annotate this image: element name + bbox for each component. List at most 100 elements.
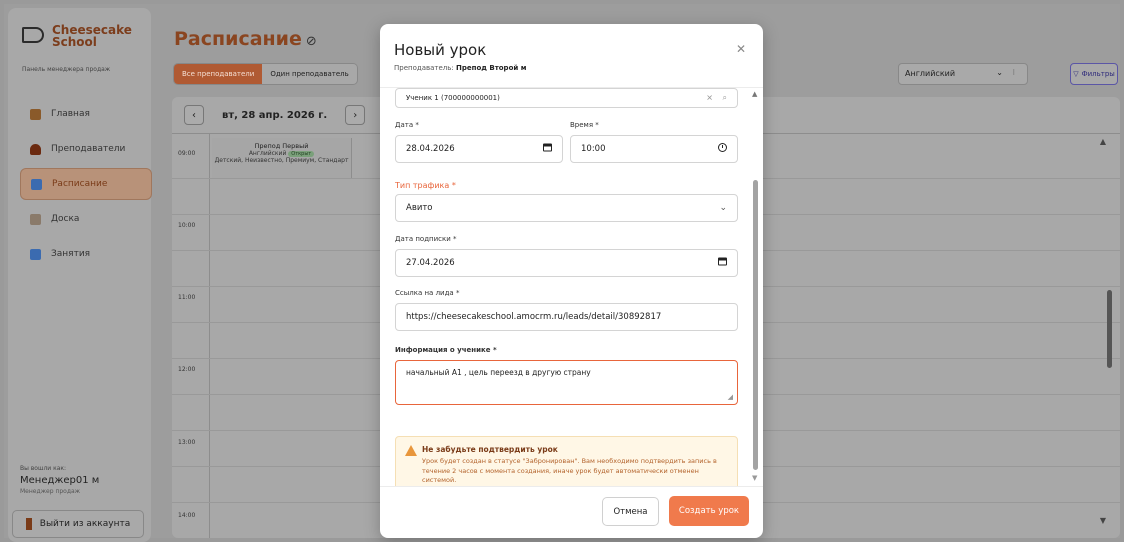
- time-label: 12:00: [178, 366, 196, 373]
- scroll-down-icon[interactable]: ▼: [1100, 516, 1106, 525]
- teacher-name: Препод Второй м: [456, 64, 527, 72]
- sidebar-nav: Главная Преподаватели Расписание Доска З…: [20, 98, 152, 273]
- sidebar-subtitle: Панель менеджера продаж: [22, 66, 111, 73]
- lead-link-input[interactable]: https://cheesecakeschool.amocrm.ru/leads…: [395, 303, 738, 331]
- user-info: Вы вошли как: Менеджер01 м Менеджер прод…: [20, 465, 99, 495]
- cheesecake-logo-icon: [22, 27, 44, 43]
- date-navigation: ‹ вт, 28 апр. 2026 г. ›: [184, 105, 366, 125]
- resize-handle-icon[interactable]: ◢: [728, 393, 733, 401]
- warning-text: Урок будет создан в статусе "Забронирова…: [422, 457, 717, 484]
- close-icon[interactable]: ✕: [736, 42, 746, 56]
- calendar-icon: [31, 178, 42, 190]
- language-select[interactable]: Английский ⌄ ⁝: [898, 63, 1028, 85]
- page-scrollbar[interactable]: [1107, 290, 1112, 368]
- books-icon: [30, 248, 41, 260]
- teacher-name: Препод Первый: [254, 142, 309, 150]
- sidebar-item-lessons[interactable]: Занятия: [20, 238, 152, 270]
- lead-link-value: https://cheesecakeschool.amocrm.ru/leads…: [406, 312, 662, 322]
- chevron-down-icon: ⌄: [996, 68, 1003, 77]
- warning-title: Не забудьте подтвердить урок: [422, 445, 558, 454]
- subscription-date-input[interactable]: 27.04.2026: [395, 249, 738, 277]
- teacher-column-header[interactable]: Препод Первый Английский Открыт Детский,…: [212, 138, 352, 178]
- home-icon: [30, 108, 41, 120]
- chevron-down-icon: ⌄: [719, 203, 727, 213]
- sidebar-item-label: Занятия: [51, 249, 91, 259]
- language-value: Английский: [905, 69, 956, 78]
- door-icon: [25, 518, 32, 530]
- calendar-icon[interactable]: [718, 257, 727, 266]
- sidebar-item-schedule[interactable]: Расписание: [20, 168, 152, 200]
- time-label: 14:00: [178, 512, 196, 519]
- tab-all-teachers[interactable]: Все преподаватели: [174, 64, 263, 84]
- dialog-header: Новый урок Преподаватель: Препод Второй …: [380, 24, 763, 88]
- clear-icon[interactable]: ✕: [706, 94, 713, 103]
- chevron-right-icon: ›: [353, 109, 358, 121]
- dialog-subtitle: Преподаватель: Препод Второй м: [394, 64, 527, 72]
- logged-in-label: Вы вошли как:: [20, 465, 67, 472]
- cancel-button[interactable]: Отмена: [602, 497, 659, 526]
- time-column: 09:00 10:00 11:00 12:00 13:00 14:00: [172, 134, 210, 538]
- time-label: Время *: [570, 121, 599, 129]
- subscription-date-value: 27.04.2026: [406, 258, 455, 268]
- logout-button[interactable]: Выйти из аккаунта: [12, 510, 144, 538]
- date-label: Дата *: [395, 121, 419, 129]
- scroll-down-icon[interactable]: ▼: [752, 474, 757, 482]
- search-icon[interactable]: ⌕: [723, 93, 727, 103]
- sidebar-item-label: Главная: [51, 109, 90, 119]
- scroll-up-icon[interactable]: ▲: [752, 90, 757, 98]
- logo: Cheesecake School: [22, 24, 132, 48]
- chevron-left-icon: ‹: [192, 109, 196, 121]
- sidebar-item-label: Расписание: [52, 179, 108, 189]
- dialog-title: Новый урок: [394, 41, 487, 59]
- date-value: 28.04.2026: [406, 144, 455, 154]
- board-icon: [30, 213, 41, 225]
- date-input[interactable]: 28.04.2026: [395, 135, 563, 163]
- traffic-type-select[interactable]: Авито ⌄: [395, 194, 738, 222]
- sidebar-item-teachers[interactable]: Преподаватели: [20, 133, 152, 165]
- prev-day-button[interactable]: ‹: [184, 105, 204, 125]
- calendar-icon[interactable]: [543, 143, 552, 152]
- tab-one-teacher[interactable]: Один преподаватель: [262, 64, 357, 84]
- student-value: Ученик 1 (700000000001): [406, 94, 500, 102]
- student-info-value: начальный А1 , цель переезд в другую стр…: [406, 368, 591, 377]
- time-label: 09:00: [178, 150, 196, 157]
- time-label: 13:00: [178, 439, 196, 446]
- teacher-language: Английский: [248, 150, 287, 157]
- current-date: вт, 28 апр. 2026 г.: [222, 109, 328, 121]
- scroll-up-icon[interactable]: ▲: [1100, 137, 1106, 146]
- create-lesson-button[interactable]: Создать урок: [669, 496, 749, 526]
- dialog-scrollbar[interactable]: ▲ ▼: [751, 88, 761, 486]
- time-label: 11:00: [178, 294, 196, 301]
- sidebar-item-board[interactable]: Доска: [20, 203, 152, 235]
- teacher-view-tabs: Все преподаватели Один преподаватель: [173, 63, 358, 85]
- help-icon[interactable]: ⊘: [306, 34, 317, 49]
- sliders-icon: ⁝: [1012, 68, 1015, 77]
- time-value: 10:00: [581, 144, 606, 154]
- confirm-warning: Не забудьте подтвердить урок Урок будет …: [395, 436, 738, 486]
- sidebar-item-home[interactable]: Главная: [20, 98, 152, 130]
- logo-line2: School: [52, 35, 97, 49]
- sidebar: Cheesecake School Панель менеджера прода…: [8, 8, 152, 542]
- time-input[interactable]: 10:00: [570, 135, 738, 163]
- filters-button[interactable]: ▽ Фильтры: [1070, 63, 1118, 85]
- warning-icon: [405, 445, 417, 456]
- traffic-type-value: Авито: [406, 203, 433, 213]
- user-role: Менеджер продаж: [20, 488, 81, 495]
- time-label: 10:00: [178, 222, 196, 229]
- person-icon: [30, 143, 41, 155]
- filter-icon: ▽: [1073, 70, 1079, 78]
- logout-label: Выйти из аккаунта: [39, 519, 131, 529]
- subscription-date-label: Дата подписки *: [395, 235, 457, 243]
- teacher-tags: Детский, Неизвестно, Премиум, Стандарт: [214, 157, 349, 164]
- scrollbar-thumb[interactable]: [753, 180, 758, 470]
- next-day-button[interactable]: ›: [345, 105, 366, 125]
- lead-link-label: Ссылка на лида *: [395, 289, 460, 297]
- student-info-label: Информация о ученике *: [395, 346, 497, 354]
- traffic-type-label: Тип трафика *: [395, 181, 456, 190]
- user-name: Менеджер01 м: [20, 475, 100, 486]
- student-select[interactable]: Ученик 1 (700000000001) ✕ ⌕: [395, 88, 738, 108]
- filters-label: Фильтры: [1081, 70, 1115, 78]
- clock-icon[interactable]: [718, 143, 727, 152]
- sidebar-item-label: Преподаватели: [51, 144, 126, 154]
- student-info-textarea[interactable]: начальный А1 , цель переезд в другую стр…: [395, 360, 738, 405]
